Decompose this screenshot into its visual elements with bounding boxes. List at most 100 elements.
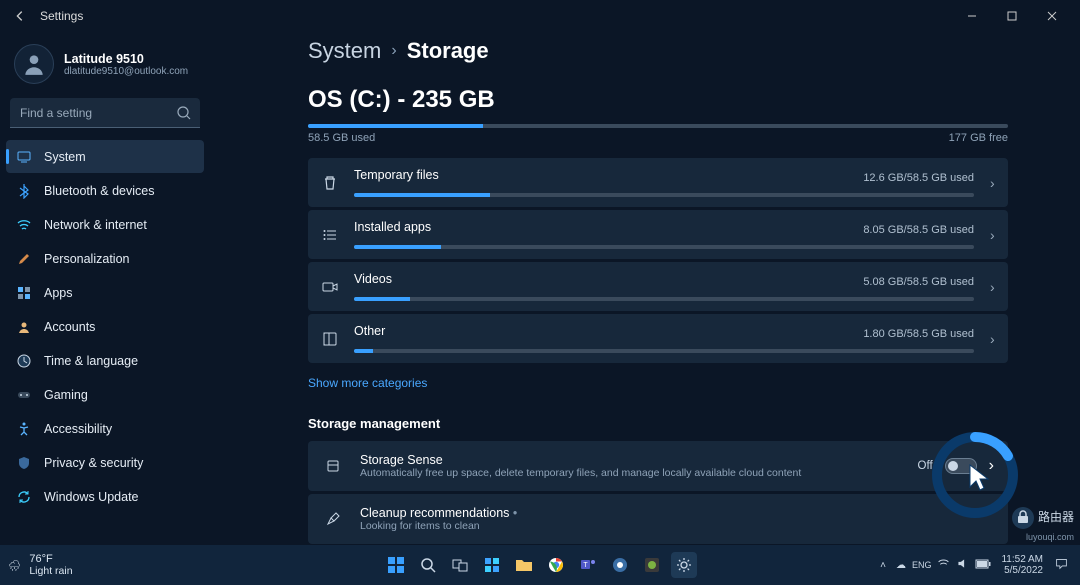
taskbar-clock[interactable]: 11:52 AM 5/5/2022 bbox=[1001, 554, 1047, 576]
app-icon[interactable] bbox=[607, 552, 633, 578]
chevron-right-icon: › bbox=[391, 42, 396, 60]
nav-label: Windows Update bbox=[44, 490, 139, 504]
taskbar-center: T bbox=[383, 545, 697, 585]
category-usage: 8.05 GB/58.5 GB used bbox=[863, 224, 974, 236]
chrome-icon[interactable] bbox=[543, 552, 569, 578]
card-subtitle: Looking for items to clean bbox=[360, 520, 517, 532]
nav-network[interactable]: Network & internet bbox=[6, 208, 204, 241]
nav-gaming[interactable]: Gaming bbox=[6, 378, 204, 411]
volume-tray-icon[interactable] bbox=[956, 557, 969, 573]
nav-apps[interactable]: Apps bbox=[6, 276, 204, 309]
bluetooth-icon bbox=[16, 183, 32, 199]
apps-icon bbox=[16, 285, 32, 301]
nav-label: System bbox=[44, 150, 86, 164]
nav-personalization[interactable]: Personalization bbox=[6, 242, 204, 275]
nav-label: Gaming bbox=[44, 388, 88, 402]
breadcrumb-parent[interactable]: System bbox=[308, 38, 381, 64]
storage-category-other[interactable]: Other1.80 GB/58.5 GB used› bbox=[308, 314, 1008, 363]
close-button[interactable] bbox=[1032, 2, 1072, 30]
maximize-button[interactable] bbox=[992, 2, 1032, 30]
search-button[interactable] bbox=[415, 552, 441, 578]
window-title: Settings bbox=[40, 9, 83, 23]
category-title: Temporary files bbox=[354, 168, 439, 182]
teams-icon[interactable]: T bbox=[575, 552, 601, 578]
storage-category-videos[interactable]: Videos 5.08 GB/58.5 GB used › bbox=[308, 262, 1008, 311]
accessibility-icon bbox=[16, 421, 32, 437]
avatar bbox=[14, 44, 54, 84]
sidebar: Latitude 9510 dlatitude9510@outlook.com … bbox=[0, 32, 210, 545]
trash-icon bbox=[322, 172, 338, 194]
storage-management-header: Storage management bbox=[308, 416, 1050, 431]
nav-label: Accessibility bbox=[44, 422, 112, 436]
language-indicator[interactable]: ENG bbox=[912, 560, 932, 570]
nav-label: Privacy & security bbox=[44, 456, 143, 470]
nav-label: Personalization bbox=[44, 252, 129, 266]
storage-category-installed-apps[interactable]: Installed apps 8.05 GB/58.5 GB used › bbox=[308, 210, 1008, 259]
nav-label: Accounts bbox=[44, 320, 95, 334]
chevron-right-icon: › bbox=[990, 175, 995, 191]
nav-privacy[interactable]: Privacy & security bbox=[6, 446, 204, 479]
wifi-icon bbox=[16, 217, 32, 233]
notifications-icon[interactable] bbox=[1051, 557, 1072, 573]
system-icon bbox=[16, 149, 32, 165]
weather-icon: 🌧 bbox=[8, 559, 21, 572]
category-title: Videos bbox=[354, 272, 392, 286]
tray-chevron-icon[interactable]: ˄ bbox=[880, 560, 886, 571]
storage-sense-card[interactable]: Storage Sense Automatically free up spac… bbox=[308, 441, 1008, 491]
battery-tray-icon[interactable] bbox=[975, 559, 991, 572]
update-icon bbox=[16, 489, 32, 505]
settings-taskbar-icon[interactable] bbox=[671, 552, 697, 578]
search-box[interactable] bbox=[10, 98, 200, 128]
widgets-button[interactable] bbox=[479, 552, 505, 578]
nav-accounts[interactable]: Accounts bbox=[6, 310, 204, 343]
search-input[interactable] bbox=[10, 98, 200, 128]
onedrive-icon[interactable]: ☁ bbox=[896, 560, 906, 571]
chevron-right-icon: › bbox=[990, 331, 995, 347]
category-usage: 12.6 GB/58.5 GB used bbox=[863, 172, 974, 184]
taskbar: 🌧 76°F Light rain T ˄ ☁ ENG 11:52 AM 5/5… bbox=[0, 545, 1080, 585]
gaming-icon bbox=[16, 387, 32, 403]
chevron-right-icon: › bbox=[990, 227, 995, 243]
nav-accessibility[interactable]: Accessibility bbox=[6, 412, 204, 445]
task-view-button[interactable] bbox=[447, 552, 473, 578]
video-icon bbox=[322, 276, 338, 298]
drive-used-label: 58.5 GB used bbox=[308, 132, 375, 144]
shield-icon bbox=[16, 455, 32, 471]
weather-widget[interactable]: 🌧 76°F Light rain bbox=[8, 553, 73, 577]
broom-icon bbox=[322, 508, 344, 530]
weather-temp: 76°F bbox=[29, 553, 72, 565]
chevron-right-icon: › bbox=[990, 279, 995, 295]
search-icon bbox=[176, 105, 192, 126]
show-more-categories-link[interactable]: Show more categories bbox=[308, 376, 427, 390]
profile-block[interactable]: Latitude 9510 dlatitude9510@outlook.com bbox=[6, 38, 204, 98]
category-title: Installed apps bbox=[354, 220, 431, 234]
nav-windows-update[interactable]: Windows Update bbox=[6, 480, 204, 513]
storage-category-temporary-files[interactable]: Temporary files 12.6 GB/58.5 GB used › bbox=[308, 158, 1008, 207]
cleanup-recommendations-card[interactable]: Cleanup recommendations • Looking for it… bbox=[308, 494, 1008, 544]
category-usage: 5.08 GB/58.5 GB used bbox=[863, 276, 974, 288]
svg-text:T: T bbox=[583, 562, 588, 569]
other-icon bbox=[322, 328, 338, 350]
nav-label: Network & internet bbox=[44, 218, 147, 232]
minimize-button[interactable] bbox=[952, 2, 992, 30]
nav-system[interactable]: System bbox=[6, 140, 204, 173]
category-title: Other bbox=[354, 324, 385, 338]
drive-free-label: 177 GB free bbox=[949, 132, 1008, 144]
nav-time-language[interactable]: Time & language bbox=[6, 344, 204, 377]
clock-icon bbox=[16, 353, 32, 369]
camtasia-icon[interactable] bbox=[639, 552, 665, 578]
breadcrumb-current: Storage bbox=[407, 38, 489, 64]
storage-sense-toggle[interactable] bbox=[945, 458, 977, 474]
explorer-icon[interactable] bbox=[511, 552, 537, 578]
system-tray[interactable]: ˄ ☁ ENG 11:52 AM 5/5/2022 bbox=[880, 554, 1072, 576]
toggle-state-label: Off bbox=[918, 460, 933, 472]
chevron-right-icon: › bbox=[989, 457, 994, 475]
back-button[interactable] bbox=[8, 4, 32, 28]
nav-bluetooth[interactable]: Bluetooth & devices bbox=[6, 174, 204, 207]
nav-label: Apps bbox=[44, 286, 73, 300]
account-icon bbox=[16, 319, 32, 335]
watermark: 路由器 luyouqi.com bbox=[1011, 506, 1074, 543]
nav-label: Bluetooth & devices bbox=[44, 184, 155, 198]
start-button[interactable] bbox=[383, 552, 409, 578]
wifi-tray-icon[interactable] bbox=[937, 557, 950, 573]
